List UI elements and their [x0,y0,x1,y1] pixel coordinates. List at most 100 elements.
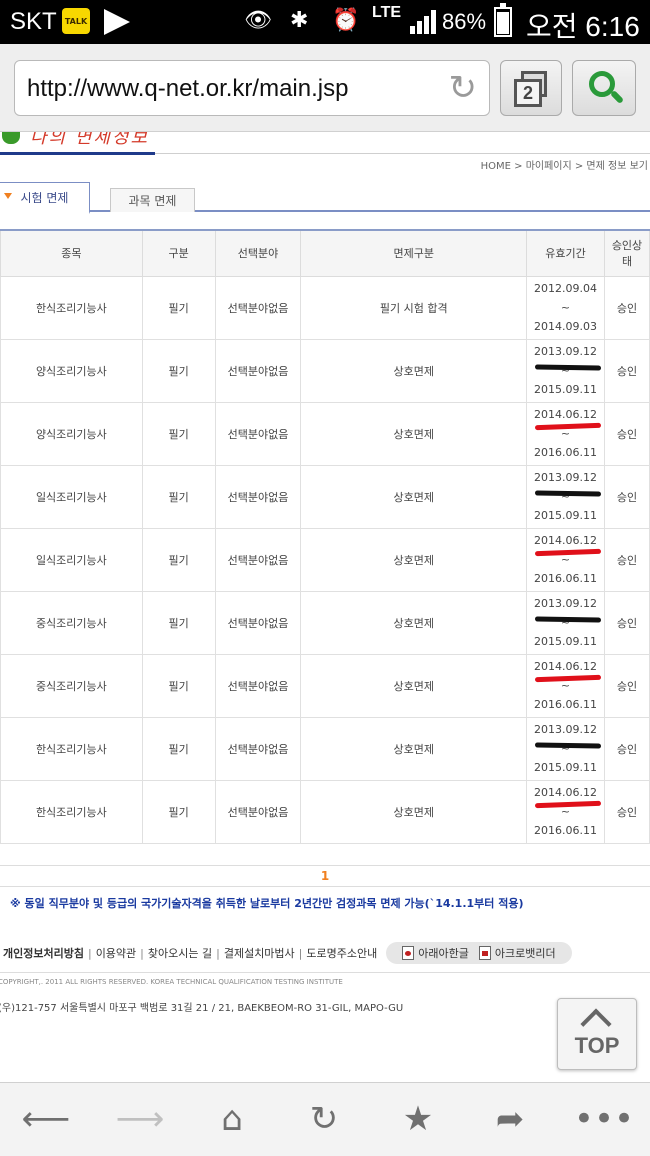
cell-field: 선택분야없음 [214,338,302,403]
more-icon[interactable]: ••• [574,1097,634,1141]
cell-license-name: 한식조리기능사 [0,779,143,844]
valid-tilde: ~ [560,301,571,314]
footer-links: 개인정보처리방침 | 이용약관 | 찾아오시는 길 | 결제설치마법사 | 도로… [0,940,650,966]
cell-status: 승인 [604,338,650,403]
cell-status: 승인 [604,716,650,781]
tab-count: 2 [514,79,542,107]
download-acrobat-reader[interactable]: 아크로뱃리더 [478,945,556,961]
cell-type: 필기 [141,275,216,340]
leaf-icon [2,132,20,144]
header-cell: 구분 [141,229,216,277]
annotation-mark [535,489,602,497]
battery-icon [494,3,512,37]
footer-link-road-address[interactable]: 도로명주소안내 [303,945,380,961]
address: (우)121-757 서울특별시 마포구 백범로 31길 21 / 21, BA… [0,1003,404,1014]
download-hwp-viewer[interactable]: 아래아한글 [402,945,469,961]
valid-start: 2014.06.12 [534,786,598,799]
star-icon[interactable]: ★ [388,1097,448,1141]
copyright: COPYRIGHT,. 2011 ALL RIGHTS RESERVED. KO… [0,978,343,986]
cell-field: 선택분야없음 [214,590,302,655]
cell-license-name: 중식조리기능사 [0,590,143,655]
header-cell: 선택분야 [214,229,302,277]
refresh-icon[interactable]: ↻ [294,1097,354,1141]
valid-end: 2016.06.11 [534,572,598,585]
cell-license-name: 한식조리기능사 [0,275,143,340]
footer-link-directions[interactable]: 찾아오시는 길 [145,945,215,961]
valid-end: 2016.06.11 [534,446,598,459]
footer-link-payment-wizard[interactable]: 결제설치마법사 [221,945,298,961]
table-row: 양식조리기능사 필기 선택분야없음 상호면제 2014.06.12 ~2016.06.11… [0,401,650,466]
address-bar[interactable]: http://www.q-net.or.kr/main.jsp ↻ [14,60,490,116]
valid-start: 2013.09.12 [534,723,598,736]
cell-license-name: 한식조리기능사 [0,716,143,781]
exemption-notice: ※ 동일 직무분야 및 등급의 국가기술자격을 취득한 날로부터 2년간만 검정… [10,897,524,910]
reload-icon[interactable]: ↻ [449,71,478,105]
annotation-mark [535,363,602,371]
valid-start: 2014.06.12 [534,408,598,421]
valid-start: 2014.06.12 [534,660,598,673]
scroll-top-button[interactable]: TOP [557,998,637,1070]
annotation-mark [535,741,602,749]
footer-link-terms[interactable]: 이용약관 [93,945,139,961]
cell-field: 선택분야없음 [214,653,302,718]
cell-type: 필기 [141,716,216,781]
cell-license-name: 양식조리기능사 [0,401,143,466]
table-header-row: 종목 구분 선택분야 면제구분 유효기간 승인상태 [0,229,650,277]
header-cell: 종목 [0,229,143,277]
forward-icon[interactable]: ⟶ [110,1097,170,1141]
cell-field: 선택분야없음 [214,779,302,844]
url-text[interactable]: http://www.q-net.or.kr/main.jsp [27,75,348,103]
caret-down-icon [4,193,12,199]
cell-valid-period: 2013.09.12 ~2015.09.11 [526,464,606,529]
search-button[interactable] [572,60,636,116]
header-cell: 유효기간 [526,229,606,277]
tab-subject-exemption[interactable]: 과목 면제 [110,188,195,212]
valid-end: 2015.09.11 [534,509,598,522]
cell-exempt-type: 상호면제 [300,401,528,466]
status-bar: SKT TALK 👁 ✱ ⏰ LTE 86% 오전 6:16 [0,0,650,44]
eye-icon: 👁 [244,8,272,33]
valid-start: 2013.09.12 [534,597,598,610]
cell-type: 필기 [141,653,216,718]
annotation-mark [535,615,602,623]
page-number-current[interactable]: 1 [321,869,329,883]
network-type: LTE [372,4,402,21]
table-row: 중식조리기능사 필기 선택분야없음 상호면제 2013.09.12 ~2015.09.11… [0,590,650,655]
valid-end: 2015.09.11 [534,383,598,396]
top-label: TOP [574,1033,620,1058]
table-row: 한식조리기능사 필기 선택분야없음 필기 시험 합격 2012.09.04 ~2014.0… [0,275,650,340]
table-row: 일식조리기능사 필기 선택분야없음 상호면제 2013.09.12 ~2015.09.11… [0,464,650,529]
cell-type: 필기 [141,590,216,655]
table-row: 한식조리기능사 필기 선택분야없음 상호면제 2014.06.12 ~2016.06.11… [0,779,650,844]
cell-valid-period: 2013.09.12 ~2015.09.11 [526,590,606,655]
footer-link-privacy[interactable]: 개인정보처리방침 [0,945,87,961]
cell-field: 선택분야없음 [214,401,302,466]
valid-start: 2012.09.04 [534,282,598,295]
cell-valid-period: 2012.09.04 ~2014.09.03 [526,275,606,340]
valid-start: 2013.09.12 [534,345,598,358]
cell-license-name: 일식조리기능사 [0,464,143,529]
table-row: 중식조리기능사 필기 선택분야없음 상호면제 2014.06.12 ~2016.06.11… [0,653,650,718]
tabs-button[interactable]: 2 [500,60,562,116]
cell-status: 승인 [604,464,650,529]
cell-exempt-type: 상호면제 [300,653,528,718]
tab-bar: 시험 면제 과목 면제 [0,182,650,214]
tab-exam-exemption[interactable]: 시험 면제 [0,182,90,214]
cell-status: 승인 [604,527,650,592]
cell-exempt-type: 상호면제 [300,464,528,529]
cell-valid-period: 2014.06.12 ~2016.06.11 [526,653,606,718]
cell-status: 승인 [604,653,650,718]
valid-start: 2013.09.12 [534,471,598,484]
play-icon [104,9,130,35]
valid-end: 2015.09.11 [534,761,598,774]
valid-end: 2015.09.11 [534,635,598,648]
cell-license-name: 양식조리기능사 [0,338,143,403]
back-icon[interactable]: ⟵ [16,1097,76,1141]
cell-valid-period: 2014.06.12 ~2016.06.11 [526,779,606,844]
share-icon[interactable]: ➦ [480,1097,540,1141]
cell-type: 필기 [141,527,216,592]
home-icon[interactable]: ⌂ [202,1097,262,1141]
cell-exempt-type: 상호면제 [300,338,528,403]
header-cell: 승인상태 [604,229,650,277]
bluetooth-icon: ✱ [290,8,309,33]
